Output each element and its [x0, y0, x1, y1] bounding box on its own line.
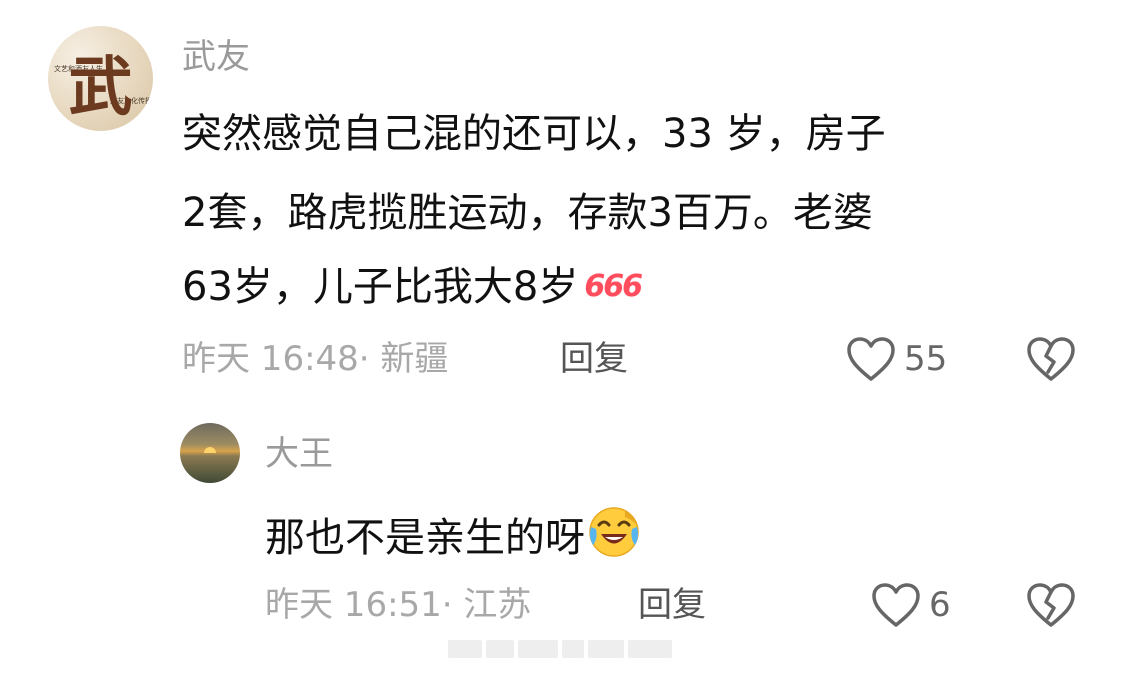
like-button[interactable]: 55 — [846, 336, 947, 382]
comment-thread: 文艺和酒友人生 武友文化传播 武 武友 突然感觉自己混的还可以，33 岁，房子 … — [0, 0, 1123, 674]
comment-line-3-text: 63岁，儿子比我大8岁 — [182, 264, 579, 310]
heart-outline-icon — [847, 337, 895, 381]
sunset-sun — [204, 447, 216, 453]
reply-username[interactable]: 大王 — [265, 437, 333, 471]
laughing-crying-emoji — [589, 507, 639, 557]
emoji-666-badge: 666 — [584, 269, 643, 304]
broken-heart-icon[interactable] — [1026, 582, 1076, 628]
reply-like-count: 6 — [929, 585, 951, 625]
reply-avatar[interactable] — [180, 423, 240, 483]
reply-text: 那也不是亲生的呀 — [265, 515, 585, 561]
comment-line-3: 63岁，儿子比我大8岁 666 — [182, 264, 643, 310]
reply-location: · 江苏 — [441, 585, 532, 625]
comment-meta: 昨天 16:48· 新疆 — [182, 342, 448, 376]
reply-meta: 昨天 16:51· 江苏 — [265, 588, 531, 622]
comment-line-2: 2套，路虎揽胜运动，存款3百万。老婆 — [182, 190, 873, 236]
avatar[interactable]: 文艺和酒友人生 武友文化传播 武 — [48, 26, 153, 131]
heart-outline-icon — [872, 583, 920, 627]
comment-time: 昨天 16:48 — [182, 339, 359, 379]
avatar-glyph: 武 — [68, 50, 133, 125]
reply-like-button[interactable]: 6 — [871, 582, 951, 628]
like-count: 55 — [904, 339, 948, 379]
watermark — [448, 640, 678, 662]
reply-reply-button[interactable]: 回复 — [638, 588, 706, 622]
comment-line-1: 突然感觉自己混的还可以，33 岁，房子 — [182, 111, 886, 157]
reply-text-line: 那也不是亲生的呀 — [265, 505, 641, 559]
reply-button[interactable]: 回复 — [560, 342, 628, 376]
broken-heart-icon[interactable] — [1026, 336, 1076, 382]
comment-location: · 新疆 — [358, 339, 449, 379]
reply-time: 昨天 16:51 — [265, 585, 442, 625]
comment-username[interactable]: 武友 — [182, 40, 250, 74]
